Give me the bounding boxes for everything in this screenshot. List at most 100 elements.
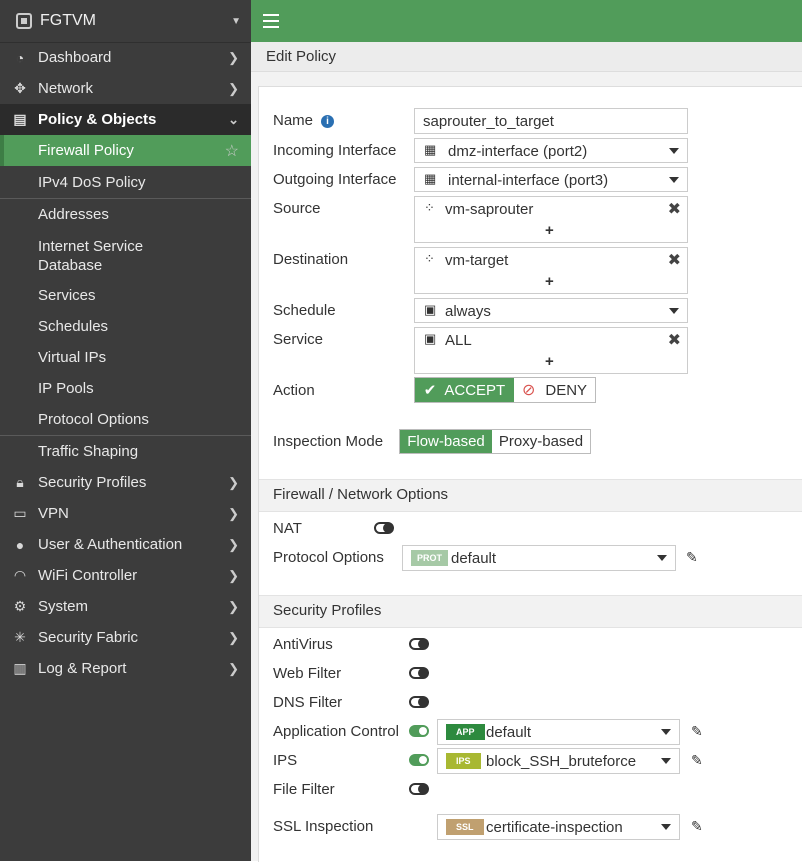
destination-field[interactable]: ⁘ vm-target ✖ +	[414, 247, 688, 294]
sidebar-item-security-profiles[interactable]: 🔒︎ Security Profiles ❯	[0, 467, 251, 498]
accept-button[interactable]: ✔ ACCEPT	[415, 378, 514, 402]
chevron-right-icon: ❯	[228, 49, 239, 65]
dropdown-arrow-icon	[661, 729, 671, 735]
sidebar-item-addresses[interactable]: Addresses	[0, 199, 251, 230]
chart-icon: ▥	[13, 660, 27, 676]
top-bar	[251, 0, 802, 42]
chevron-down-icon: ⌄	[228, 111, 239, 127]
action-toggle: ✔ ACCEPT ⊘ DENY	[414, 377, 596, 403]
action-label: Action	[273, 382, 315, 399]
sidebar-item-vpn[interactable]: ▭ VPN ❯	[0, 498, 251, 529]
ssl-inspection-select[interactable]: SSL certificate-inspection	[437, 814, 680, 840]
add-icon[interactable]: +	[545, 353, 554, 370]
sidebar-item-wifi-controller[interactable]: ◠ WiFi Controller ❯	[0, 560, 251, 591]
device-name: FGTVM	[40, 12, 96, 29]
nat-toggle[interactable]	[374, 522, 394, 534]
remove-icon[interactable]: ✖	[668, 250, 681, 270]
nat-label: NAT	[273, 520, 302, 537]
laptop-icon: ▭	[13, 505, 27, 521]
dropdown-arrow-icon	[657, 555, 667, 561]
sidebar-item-ip-pools[interactable]: IP Pools	[0, 373, 251, 404]
destination-label: Destination	[273, 251, 349, 268]
deny-button[interactable]: ⊘ DENY	[514, 378, 595, 402]
add-icon[interactable]: +	[545, 222, 554, 239]
source-label: Source	[273, 200, 321, 217]
ips-select[interactable]: IPS block_SSH_bruteforce	[437, 748, 680, 774]
sidebar-item-schedules[interactable]: Schedules	[0, 311, 251, 342]
ips-toggle[interactable]	[409, 754, 429, 766]
sidebar-item-traffic-shaping[interactable]: Traffic Shaping	[0, 436, 251, 467]
ssl-inspection-label: SSL Inspection	[273, 818, 374, 835]
edit-icon[interactable]: ✎	[691, 723, 703, 740]
application-control-toggle[interactable]	[409, 725, 429, 737]
add-icon[interactable]: +	[545, 273, 554, 290]
sidebar-item-firewall-policy[interactable]: Firewall Policy ☆	[0, 135, 251, 166]
incoming-interface-select[interactable]: ▦ dmz-interface (port2)	[414, 138, 688, 163]
edit-icon[interactable]: ✎	[686, 549, 698, 566]
ips-label: IPS	[273, 752, 298, 769]
sidebar-item-services[interactable]: Services	[0, 280, 251, 311]
security-profiles-section: Security Profiles	[259, 595, 802, 628]
sidebar-item-internet-service-database[interactable]: Internet Service Database	[0, 229, 251, 279]
chevron-right-icon: ❯	[228, 629, 239, 645]
schedule-select[interactable]: ▣ always	[414, 298, 688, 323]
name-label: Name i	[273, 112, 335, 129]
star-icon[interactable]: ☆	[225, 141, 239, 161]
remove-icon[interactable]: ✖	[668, 330, 681, 350]
service-field[interactable]: ▣ ALL ✖ +	[414, 327, 688, 374]
application-control-label: Application Control	[273, 723, 399, 740]
address-icon: ⁘	[424, 200, 435, 215]
outgoing-interface-select[interactable]: ▦ internal-interface (port3)	[414, 167, 688, 192]
sidebar-item-policy-objects[interactable]: ▤ Policy & Objects ⌄	[0, 104, 251, 135]
chevron-right-icon: ❯	[228, 80, 239, 96]
antivirus-toggle[interactable]	[409, 638, 429, 650]
web-filter-toggle[interactable]	[409, 667, 429, 679]
source-field[interactable]: ⁘ vm-saprouter ✖ +	[414, 196, 688, 243]
sidebar: FGTVM ▼ ◔ Dashboard ❯ ✥ Network ❯ ▤ Poli…	[0, 0, 251, 861]
edit-icon[interactable]: ✎	[691, 818, 703, 835]
name-input[interactable]: saprouter_to_target	[414, 108, 688, 134]
chevron-right-icon: ❯	[228, 536, 239, 552]
sidebar-item-network[interactable]: ✥ Network ❯	[0, 73, 251, 104]
edit-icon[interactable]: ✎	[691, 752, 703, 769]
dns-filter-label: DNS Filter	[273, 694, 343, 711]
sidebar-item-system[interactable]: ⚙ System ❯	[0, 591, 251, 622]
device-selector[interactable]: FGTVM ▼	[0, 0, 251, 43]
proxy-based-button[interactable]: Proxy-based	[492, 430, 590, 453]
service-label: Service	[273, 331, 324, 348]
outgoing-interface-label: Outgoing Interface	[273, 171, 397, 188]
dropdown-arrow-icon	[661, 758, 671, 764]
menu-icon[interactable]	[263, 14, 279, 28]
flow-based-button[interactable]: Flow-based	[400, 430, 492, 453]
incoming-interface-label: Incoming Interface	[273, 142, 397, 159]
dropdown-arrow-icon	[669, 308, 679, 314]
sidebar-item-ipv4-dos-policy[interactable]: IPv4 DoS Policy	[0, 167, 251, 198]
firewall-network-options-section: Firewall / Network Options	[259, 479, 802, 512]
check-icon: ✔	[423, 382, 437, 399]
sidebar-item-virtual-ips[interactable]: Virtual IPs	[0, 342, 251, 373]
sidebar-item-user-authentication[interactable]: ● User & Authentication ❯	[0, 529, 251, 560]
dns-filter-toggle[interactable]	[409, 696, 429, 708]
deny-icon: ⊘	[521, 382, 536, 399]
protocol-options-select[interactable]: PROT default	[402, 545, 676, 571]
protocol-options-label: Protocol Options	[273, 549, 384, 566]
dashboard-icon: ◔	[15, 49, 25, 66]
remove-icon[interactable]: ✖	[668, 199, 681, 219]
sidebar-item-security-fabric[interactable]: ✳ Security Fabric ❯	[0, 622, 251, 653]
address-icon: ⁘	[424, 251, 435, 266]
chevron-down-icon: ▼	[231, 15, 241, 27]
application-control-select[interactable]: APP default	[437, 719, 680, 745]
service-icon: ▣	[424, 331, 437, 346]
file-filter-toggle[interactable]	[409, 783, 429, 795]
ips-badge: IPS	[446, 753, 481, 769]
sidebar-item-protocol-options[interactable]: Protocol Options	[0, 404, 251, 435]
info-icon[interactable]: i	[321, 115, 335, 128]
web-filter-label: Web Filter	[273, 665, 342, 682]
sidebar-item-log-report[interactable]: ▥ Log & Report ❯	[0, 653, 251, 684]
chevron-right-icon: ❯	[228, 660, 239, 676]
inspection-mode-label: Inspection Mode	[273, 433, 384, 450]
page-header: Edit Policy	[251, 42, 802, 72]
sidebar-item-dashboard[interactable]: ◔ Dashboard ❯	[0, 42, 251, 73]
inspection-mode-toggle: Flow-based Proxy-based	[399, 429, 591, 454]
chevron-right-icon: ❯	[228, 505, 239, 521]
